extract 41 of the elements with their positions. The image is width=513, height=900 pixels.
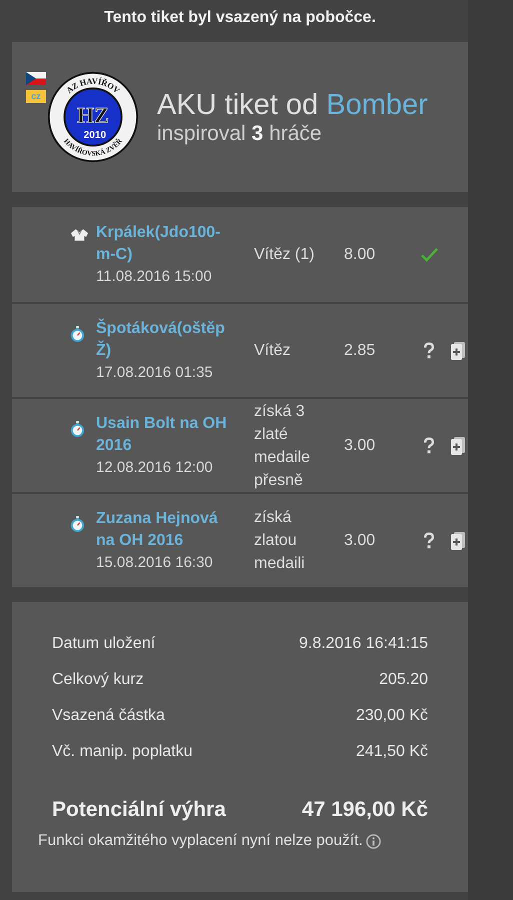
bet-text: získá zlatou medaili (254, 508, 306, 574)
event-link[interactable]: Zuzana Hejnová na OH 2016 (96, 508, 236, 552)
summary-value: 230,00 Kč (356, 707, 428, 725)
country-badge: cz (26, 90, 46, 103)
czech-flag-icon (26, 72, 46, 85)
event-link[interactable]: Usain Bolt na OH 2016 (96, 412, 236, 456)
inspired-count-text: inspiroval 3 hráče (157, 122, 323, 146)
summary-label: Vč. manip. poplatku (52, 743, 193, 761)
bet-text: Vítěz (1) (254, 245, 316, 265)
event-link[interactable]: Krpálek(Jdo100-m-C) (96, 222, 236, 266)
total-label: Potenciální výhra (52, 798, 226, 822)
event-link[interactable]: Špotáková(oštěp Ž) (96, 318, 236, 362)
bet-text: Vítěz (254, 341, 292, 361)
stopwatch-icon (70, 325, 85, 343)
event-date: 15.08.2016 16:30 (96, 552, 213, 572)
event-date: 17.08.2016 01:35 (96, 362, 213, 382)
summary-value: 9.8.2016 16:41:15 (298, 635, 428, 653)
summary-value: 241,50 Kč (356, 743, 428, 761)
summary-label: Datum uložení (52, 635, 156, 653)
event-date: 11.08.2016 15:00 (96, 266, 212, 286)
odds-value: 2.85 (344, 342, 376, 360)
author-link[interactable]: Bomber (326, 89, 428, 121)
add-to-ticket-button[interactable] (450, 436, 466, 456)
cashout-note: Funkci okamžitého vyplacení nyní nelze použít. (38, 832, 363, 850)
info-icon[interactable] (366, 834, 381, 848)
add-to-ticket-button[interactable] (450, 530, 466, 550)
judo-jacket-icon (70, 228, 89, 242)
odds-value: 3.00 (344, 436, 376, 454)
total-value: 47 196,00 Kč (302, 798, 428, 822)
summary-label: Celkový kurz (52, 671, 144, 689)
ticket-title: AKU tiket od (157, 89, 318, 121)
add-to-ticket-button[interactable] (450, 340, 466, 360)
stopwatch-icon (70, 515, 85, 533)
odds-value: 3.00 (344, 532, 376, 550)
summary-value: 205.20 (379, 671, 428, 689)
summary-label: Vsazená částka (52, 707, 165, 725)
stopwatch-icon (70, 420, 85, 438)
event-date: 12.08.2016 12:00 (96, 458, 213, 478)
bet-text: získá 3 zlaté medaile přesně (254, 402, 312, 490)
odds-value: 8.00 (344, 246, 376, 264)
notice-text: Tento tiket byl vsazený na pobočce. (103, 9, 377, 27)
